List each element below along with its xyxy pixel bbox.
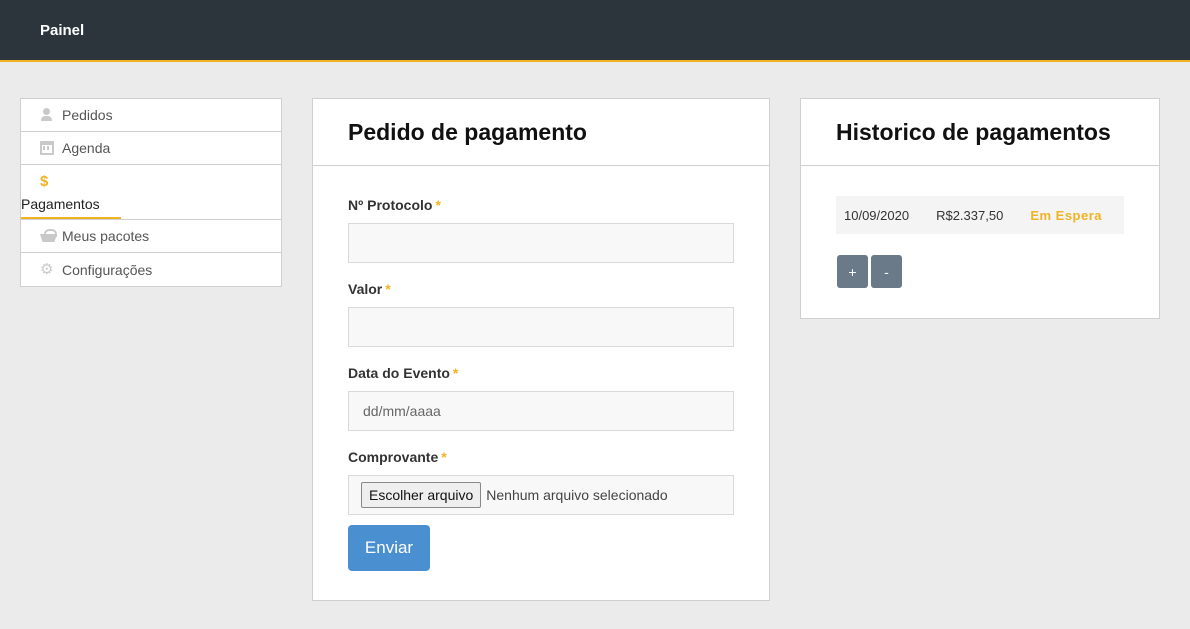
payment-request-panel: Pedido de pagamento Nº Protocolo * Valor *… bbox=[312, 98, 770, 601]
required-mark: * bbox=[452, 365, 459, 381]
sidebar-item-label: Pedidos bbox=[62, 107, 113, 123]
date-placeholder: dd/mm/aaaa bbox=[363, 403, 441, 419]
submit-button[interactable]: Enviar bbox=[348, 525, 430, 571]
sidebar-item-label: Meus pacotes bbox=[62, 228, 150, 244]
brand-title[interactable]: Painel bbox=[40, 22, 84, 39]
value-field-group: Valor * bbox=[348, 281, 734, 347]
dollar-icon: $ bbox=[40, 173, 49, 190]
protocol-label: Nº Protocolo * bbox=[348, 197, 441, 213]
event-date-label: Data do Evento * bbox=[348, 365, 459, 381]
event-date-input[interactable]: dd/mm/aaaa bbox=[348, 391, 734, 431]
history-date: 10/09/2020 bbox=[844, 207, 910, 223]
top-navbar: Painel bbox=[0, 0, 1190, 62]
expand-button[interactable]: + bbox=[837, 255, 868, 288]
sidebar-item-meus-pacotes[interactable]: Meus pacotes bbox=[21, 220, 281, 253]
sidebar-item-pedidos[interactable]: Pedidos bbox=[21, 99, 281, 132]
required-mark: * bbox=[435, 197, 441, 213]
sidebar-item-configuracoes[interactable]: Configurações bbox=[21, 253, 281, 286]
sidebar: Pedidos Agenda $ Pagamentos Meus pacotes… bbox=[20, 98, 282, 287]
sidebar-item-label: Configurações bbox=[62, 261, 153, 278]
payment-form: Nº Protocolo * Valor * Data do Evento * dd/… bbox=[348, 197, 734, 533]
history-status: Em Espera bbox=[1030, 207, 1103, 223]
history-row: 10/09/2020 R$2.337,50 Em Espera bbox=[836, 196, 1124, 234]
basket-icon bbox=[40, 229, 57, 243]
panel-title: Pedido de pagamento bbox=[348, 118, 587, 145]
panel-header: Pedido de pagamento bbox=[313, 99, 769, 166]
required-mark: * bbox=[441, 449, 447, 465]
receipt-label: Comprovante * bbox=[348, 449, 447, 465]
value-input[interactable] bbox=[348, 307, 734, 347]
receipt-file-input: Escolher arquivo Nenhum arquivo selecion… bbox=[348, 475, 734, 515]
panel-title: Historico de pagamentos bbox=[836, 118, 1111, 145]
sidebar-item-agenda[interactable]: Agenda bbox=[21, 132, 281, 165]
receipt-field-group: Comprovante * Escolher arquivo Nenhum arq… bbox=[348, 449, 734, 515]
active-indicator bbox=[21, 217, 121, 219]
sidebar-item-pagamentos[interactable]: $ Pagamentos bbox=[21, 165, 281, 220]
user-icon bbox=[40, 108, 54, 122]
choose-file-button[interactable]: Escolher arquivo bbox=[361, 482, 482, 508]
history-amount: R$2.337,50 bbox=[936, 207, 1004, 223]
sidebar-item-label: Agenda bbox=[62, 140, 111, 156]
panel-header: Historico de pagamentos bbox=[801, 99, 1159, 166]
gear-icon bbox=[40, 260, 54, 278]
protocol-input[interactable] bbox=[348, 223, 734, 263]
value-label: Valor * bbox=[348, 281, 391, 297]
payment-history-panel: Historico de pagamentos 10/09/2020 R$2.3… bbox=[800, 98, 1160, 319]
required-mark: * bbox=[385, 281, 391, 297]
sidebar-item-label: Pagamentos bbox=[21, 196, 100, 212]
event-date-field-group: Data do Evento * dd/mm/aaaa bbox=[348, 365, 734, 431]
calendar-icon bbox=[40, 141, 54, 155]
collapse-button[interactable]: - bbox=[871, 255, 902, 288]
protocol-field-group: Nº Protocolo * bbox=[348, 197, 734, 263]
file-status-text: Nenhum arquivo selecionado bbox=[486, 487, 668, 503]
